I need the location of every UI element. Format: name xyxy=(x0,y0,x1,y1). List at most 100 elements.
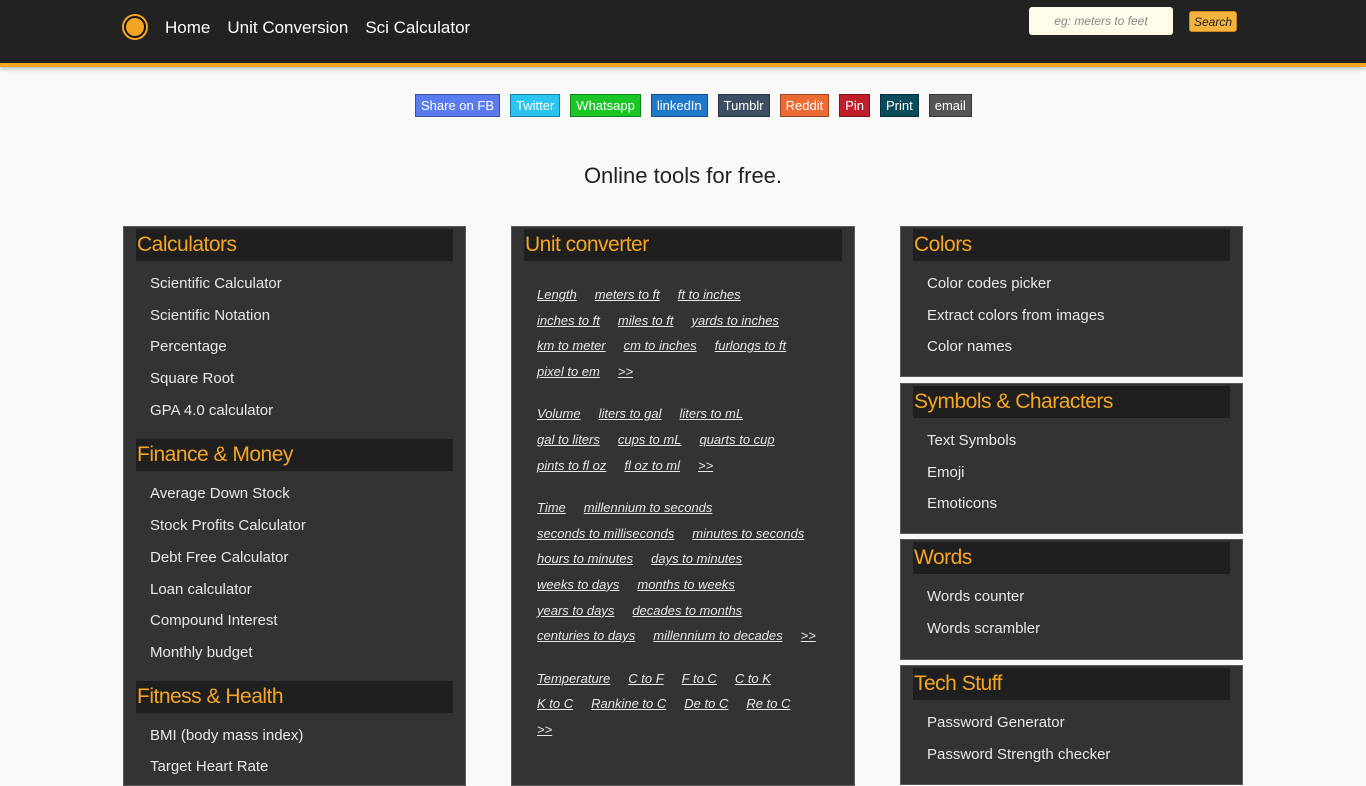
list-item[interactable]: Password Strength checker xyxy=(913,739,1230,771)
list-item[interactable]: Average Down Stock xyxy=(136,478,453,510)
conv-link[interactable]: minutes to seconds xyxy=(692,526,804,541)
conv-link[interactable]: months to weeks xyxy=(637,577,735,592)
list-item[interactable]: Percentage xyxy=(136,331,453,363)
list-item[interactable]: Square Root xyxy=(136,363,453,395)
main-nav: Home Unit Conversion Sci Calculator xyxy=(165,18,470,38)
site-logo-icon[interactable] xyxy=(124,16,146,38)
section-title-unit-converter: Unit converter xyxy=(524,229,842,261)
conv-link[interactable]: millennium to decades xyxy=(653,628,782,643)
conv-link[interactable]: quarts to cup xyxy=(699,432,774,447)
search-input[interactable] xyxy=(1029,7,1173,35)
conv-link[interactable]: hours to minutes xyxy=(537,551,633,566)
conv-link-volume[interactable]: Volume xyxy=(537,406,581,421)
symbols-panel: Symbols & Characters Text Symbols Emoji … xyxy=(900,383,1243,534)
list-item[interactable]: Password Generator xyxy=(913,707,1230,739)
conv-link[interactable]: De to C xyxy=(684,696,728,711)
list-item[interactable]: Loan calculator xyxy=(136,574,453,606)
conv-link[interactable]: liters to gal xyxy=(599,406,662,421)
conv-link-time[interactable]: Time xyxy=(537,500,566,515)
share-whatsapp-button[interactable]: Whatsapp xyxy=(570,94,641,117)
conv-link[interactable]: millennium to seconds xyxy=(584,500,713,515)
conv-link[interactable]: K to C xyxy=(537,696,573,711)
words-panel: Words Words counter Words scrambler xyxy=(900,539,1243,660)
conv-link[interactable]: Re to C xyxy=(746,696,790,711)
list-item[interactable]: Monthly budget xyxy=(136,637,453,669)
conv-link[interactable]: Rankine to C xyxy=(591,696,666,711)
section-title-calculators: Calculators xyxy=(136,229,453,261)
share-email-button[interactable]: email xyxy=(928,94,972,117)
list-item[interactable]: Color names xyxy=(913,331,1230,363)
list-item[interactable]: Words counter xyxy=(913,581,1230,613)
conv-link[interactable]: miles to ft xyxy=(618,313,674,328)
search-button[interactable]: Search xyxy=(1189,11,1237,32)
conv-link[interactable]: yards to inches xyxy=(692,313,779,328)
list-item[interactable]: GPA 4.0 calculator xyxy=(136,395,453,427)
conv-link[interactable]: cups to mL xyxy=(618,432,682,447)
share-facebook-button[interactable]: Share on FB xyxy=(415,94,500,117)
list-item[interactable]: Stock Profits Calculator xyxy=(136,510,453,542)
share-bar: Share on FB Twitter Whatsapp linkedIn Tu… xyxy=(415,94,972,117)
conv-more-link[interactable]: >> xyxy=(537,722,552,737)
share-linkedin-button[interactable]: linkedIn xyxy=(650,94,708,117)
fitness-list: BMI (body mass index) Target Heart Rate xyxy=(136,720,453,783)
conv-link[interactable]: gal to liters xyxy=(537,432,600,447)
list-item[interactable]: Color codes picker xyxy=(913,268,1230,300)
symbols-list: Text Symbols Emoji Emoticons xyxy=(913,425,1230,520)
list-item[interactable]: BMI (body mass index) xyxy=(136,720,453,752)
conv-link[interactable]: F to C xyxy=(682,671,717,686)
colors-list: Color codes picker Extract colors from i… xyxy=(913,268,1230,363)
list-item[interactable]: Debt Free Calculator xyxy=(136,542,453,574)
length-group: Length meters to ft ft to inches inches to… xyxy=(524,282,842,384)
conv-more-link[interactable]: >> xyxy=(801,628,816,643)
conv-link[interactable]: cm to inches xyxy=(624,338,697,353)
temperature-group: Temperature C to F F to C C to K K to C Rank… xyxy=(524,666,842,743)
conv-link[interactable]: liters to mL xyxy=(679,406,743,421)
nav-unit-conversion[interactable]: Unit Conversion xyxy=(227,18,348,38)
conv-link[interactable]: pints to fl oz xyxy=(537,458,606,473)
conv-link-temperature[interactable]: Temperature xyxy=(537,671,610,686)
share-pin-button[interactable]: Pin xyxy=(839,94,870,117)
conv-link[interactable]: decades to months xyxy=(632,603,742,618)
conv-link[interactable]: C to K xyxy=(735,671,771,686)
page-headline: Online tools for free. xyxy=(583,163,783,188)
share-print-button[interactable]: Print xyxy=(880,94,919,117)
section-title-colors: Colors xyxy=(913,229,1230,261)
list-item[interactable]: Emoji xyxy=(913,457,1230,489)
list-item[interactable]: Extract colors from images xyxy=(913,300,1230,332)
colors-panel: Colors Color codes picker Extract colors… xyxy=(900,226,1243,377)
section-title-finance: Finance & Money xyxy=(136,439,453,472)
list-item[interactable]: Emoticons xyxy=(913,488,1230,520)
conv-link[interactable]: years to days xyxy=(537,603,614,618)
section-title-fitness: Fitness & Health xyxy=(136,680,453,713)
left-panel: Calculators Scientific Calculator Scient… xyxy=(123,226,466,786)
conv-link[interactable]: ft to inches xyxy=(678,287,741,302)
top-navbar: Home Unit Conversion Sci Calculator Sear… xyxy=(0,0,1366,67)
conv-more-link[interactable]: >> xyxy=(618,364,633,379)
conv-link[interactable]: fl oz to ml xyxy=(624,458,680,473)
conv-link[interactable]: centuries to days xyxy=(537,628,635,643)
conv-link[interactable]: km to meter xyxy=(537,338,606,353)
list-item[interactable]: Words scrambler xyxy=(913,613,1230,645)
conv-link[interactable]: furlongs to ft xyxy=(715,338,787,353)
conv-link[interactable]: seconds to milliseconds xyxy=(537,526,674,541)
conv-link[interactable]: pixel to em xyxy=(537,364,600,379)
conv-link[interactable]: C to F xyxy=(628,671,663,686)
list-item[interactable]: Text Symbols xyxy=(913,425,1230,457)
conv-link[interactable]: meters to ft xyxy=(595,287,660,302)
list-item[interactable]: Scientific Notation xyxy=(136,300,453,332)
list-item[interactable]: Target Heart Rate xyxy=(136,751,453,783)
share-twitter-button[interactable]: Twitter xyxy=(510,94,561,117)
conv-link-length[interactable]: Length xyxy=(537,287,577,302)
share-reddit-button[interactable]: Reddit xyxy=(779,94,830,117)
conv-link[interactable]: inches to ft xyxy=(537,313,600,328)
nav-home[interactable]: Home xyxy=(165,18,210,38)
list-item[interactable]: Scientific Calculator xyxy=(136,268,453,300)
finance-list: Average Down Stock Stock Profits Calcula… xyxy=(136,478,453,668)
list-item[interactable]: Compound Interest xyxy=(136,605,453,637)
section-title-words: Words xyxy=(913,542,1230,574)
conv-link[interactable]: weeks to days xyxy=(537,577,619,592)
conv-more-link[interactable]: >> xyxy=(698,458,713,473)
share-tumblr-button[interactable]: Tumblr xyxy=(717,94,770,117)
conv-link[interactable]: days to minutes xyxy=(651,551,742,566)
nav-sci-calculator[interactable]: Sci Calculator xyxy=(365,18,470,38)
